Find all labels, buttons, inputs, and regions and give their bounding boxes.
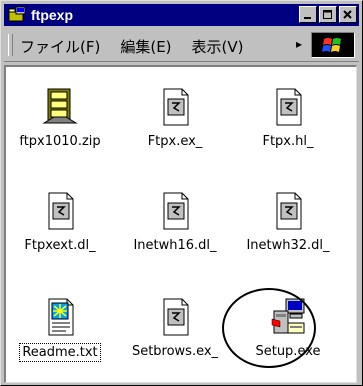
file-item[interactable]: Ftpxext.dl_ — [5, 191, 115, 254]
window-title: ftpexp — [31, 7, 73, 23]
windows-logo-icon — [311, 32, 355, 58]
maximize-button[interactable] — [319, 6, 337, 23]
file-item[interactable]: Ftpx.ex_ — [120, 87, 230, 150]
menu-file[interactable]: ファイル(F) — [20, 36, 100, 57]
menu-view[interactable]: 表示(V) — [192, 36, 244, 57]
file-name: Ftpx.ex_ — [147, 134, 203, 149]
minimize-button[interactable] — [299, 6, 317, 23]
file-name: Inetwh32.dl_ — [246, 238, 330, 253]
generic-file-icon — [163, 298, 189, 336]
toolbar-grip[interactable] — [8, 34, 13, 56]
generic-file-icon — [276, 192, 302, 230]
menu-items: ファイル(F) 編集(E) 表示(V) — [20, 36, 264, 57]
file-item[interactable]: Setbrows.ex_ — [120, 297, 230, 360]
file-item[interactable]: Ftpx.hl_ — [233, 87, 343, 150]
menu-bar: ファイル(F) 編集(E) 表示(V) ▸ — [4, 29, 359, 62]
menu-edit[interactable]: 編集(E) — [120, 36, 171, 57]
title-bar[interactable]: ftpexp — [4, 4, 359, 26]
file-name: Readme.txt — [19, 343, 101, 362]
file-name: Setbrows.ex_ — [131, 344, 219, 359]
zip-archive-icon — [42, 88, 78, 124]
file-name: Ftpx.hl_ — [262, 134, 314, 149]
maximize-icon — [323, 9, 332, 19]
minimize-icon — [304, 16, 311, 19]
file-item[interactable]: ftpx1010.zip — [5, 87, 115, 150]
chevron-right-icon[interactable]: ▸ — [296, 37, 302, 51]
window-controls — [299, 6, 357, 23]
close-icon — [343, 9, 352, 19]
file-item[interactable]: Inetwh32.dl_ — [233, 191, 343, 254]
generic-file-icon — [163, 192, 189, 230]
highlight-circle — [222, 288, 316, 368]
file-name: ftpx1010.zip — [19, 134, 101, 149]
explorer-folder-icon[interactable] — [8, 6, 26, 24]
generic-file-icon — [48, 192, 74, 230]
generic-file-icon — [276, 88, 302, 126]
file-item[interactable]: Readme.txt — [5, 297, 115, 362]
generic-file-icon — [163, 88, 189, 126]
text-document-icon — [48, 298, 74, 336]
close-button[interactable] — [339, 6, 357, 23]
file-item[interactable]: Inetwh16.dl_ — [120, 191, 230, 254]
file-name: Ftpxext.dl_ — [24, 238, 96, 253]
file-name: Inetwh16.dl_ — [133, 238, 217, 253]
